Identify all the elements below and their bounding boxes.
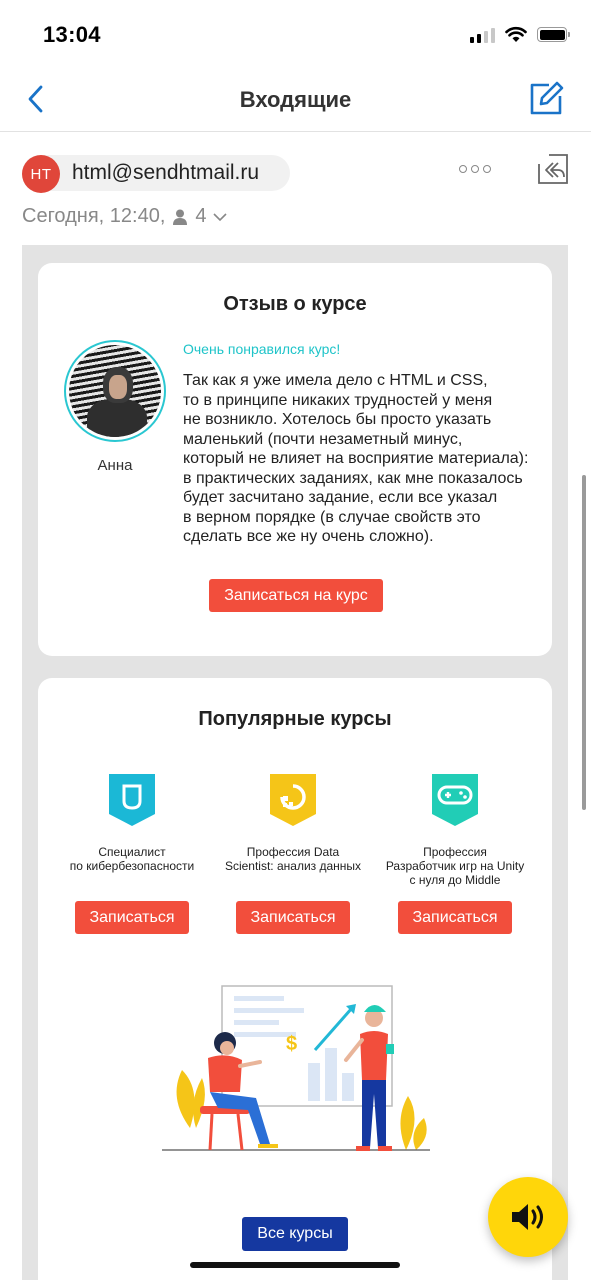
- wifi-icon: [505, 26, 527, 42]
- chevron-down-icon[interactable]: [212, 210, 227, 224]
- nav-bar: Входящие: [0, 68, 591, 132]
- data-icon: [270, 774, 316, 826]
- speaker-icon: [512, 1204, 543, 1230]
- scrollbar[interactable]: [582, 475, 586, 810]
- message-date: Сегодня, 12:40,: [22, 205, 166, 227]
- home-indicator[interactable]: [190, 1262, 400, 1268]
- sender-row: HT html@sendhtmail.ru: [22, 152, 570, 193]
- person-icon: [173, 209, 188, 225]
- reviewer-name: Анна: [97, 457, 133, 474]
- enroll-button[interactable]: Записаться: [398, 901, 512, 934]
- status-bar: 13:04: [0, 0, 591, 68]
- course-item: Специалист по кибербезопасности Записать…: [52, 774, 212, 934]
- review-card: Отзыв о курсе Анна Очень понравился курс…: [38, 263, 552, 656]
- message-meta: Сегодня, 12:40, 4: [22, 205, 227, 228]
- svg-text:$: $: [286, 1033, 297, 1055]
- status-icons: [470, 26, 570, 43]
- enroll-button[interactable]: Записаться: [236, 901, 350, 934]
- reply-all-icon[interactable]: [536, 152, 570, 186]
- popular-title: Популярные курсы: [198, 708, 392, 730]
- enroll-course-button[interactable]: Записаться на курс: [209, 579, 383, 612]
- sender-email: html@sendhtmail.ru: [72, 161, 260, 184]
- read-aloud-button[interactable]: [488, 1177, 568, 1257]
- page-title: Входящие: [239, 87, 352, 112]
- review-headline: Очень понравился курс!: [183, 341, 341, 357]
- status-time: 13:04: [43, 22, 101, 47]
- more-options-icon[interactable]: [459, 165, 491, 173]
- cellular-signal-icon: [470, 27, 495, 43]
- reviewer-avatar: [64, 340, 166, 442]
- sender-avatar: HT: [22, 155, 60, 193]
- popular-courses-card: Популярные курсы Специалист по кибербезо…: [38, 678, 552, 1280]
- battery-icon: [537, 27, 570, 42]
- enroll-button[interactable]: Записаться: [75, 901, 189, 934]
- compose-icon[interactable]: [527, 80, 565, 118]
- shield-icon: [109, 774, 155, 826]
- course-item: Профессия Data Scientist: анализ данных …: [213, 774, 373, 934]
- all-courses-button[interactable]: Все курсы: [242, 1217, 348, 1251]
- gamepad-icon: [432, 774, 478, 826]
- review-title: Отзыв о курсе: [223, 293, 367, 315]
- course-name: Специалист по кибербезопасности: [69, 845, 195, 873]
- recipients-count[interactable]: 4: [195, 205, 206, 228]
- office-illustration: $: [162, 985, 430, 1151]
- sender-chip[interactable]: HT html@sendhtmail.ru: [22, 155, 290, 193]
- course-name: Профессия Разработчик игр на Unity с нул…: [385, 845, 525, 887]
- course-item: Профессия Разработчик игр на Unity с нул…: [375, 774, 535, 934]
- email-body: Отзыв о курсе Анна Очень понравился курс…: [22, 245, 568, 1280]
- course-name: Профессия Data Scientist: анализ данных: [224, 845, 362, 873]
- review-text: Так как я уже имела дело с HTML и CSS, т…: [183, 372, 529, 545]
